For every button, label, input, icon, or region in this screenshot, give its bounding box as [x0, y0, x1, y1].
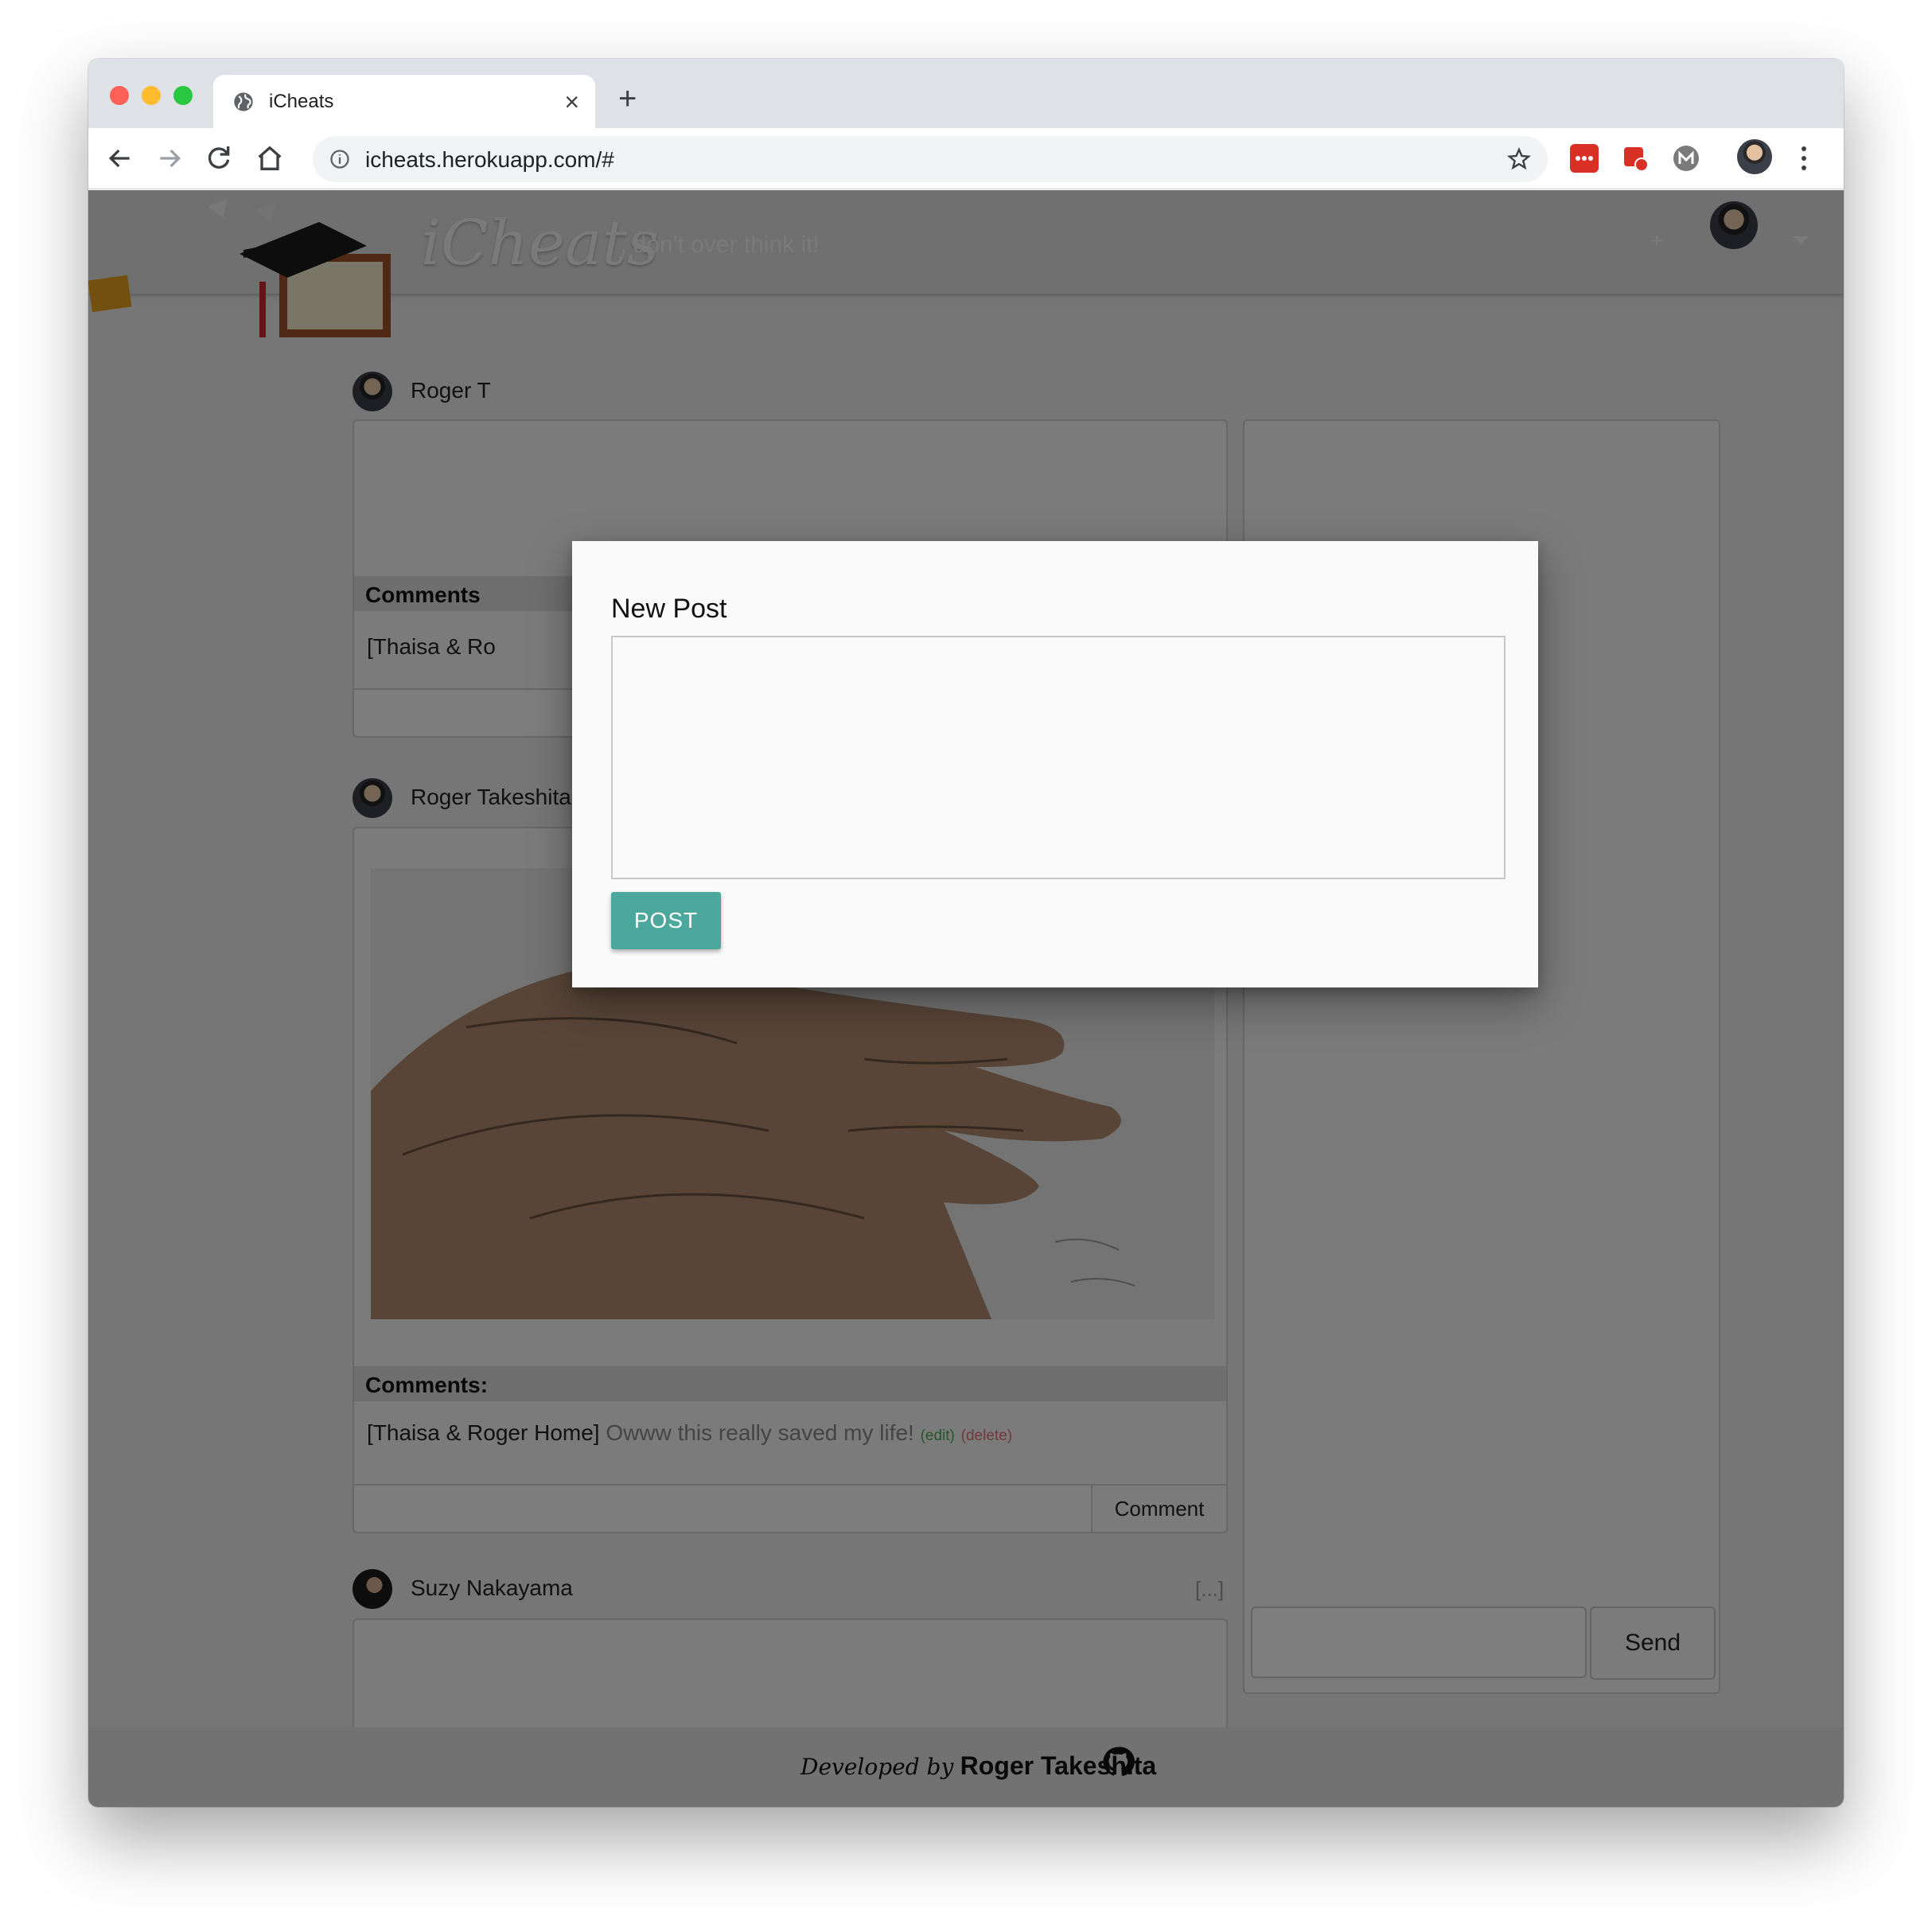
forward-arrow-icon[interactable]	[154, 142, 185, 174]
tab-title: iCheats	[269, 91, 334, 112]
info-icon[interactable]	[329, 148, 351, 170]
modal-title: New Post	[611, 594, 727, 624]
globe-icon	[234, 92, 253, 111]
url-text[interactable]: icheats.herokuapp.com/#	[365, 147, 614, 173]
m-extension-icon[interactable]	[1672, 144, 1700, 173]
new-post-modal: New Post POST	[572, 541, 1538, 987]
reload-icon[interactable]	[203, 142, 235, 174]
maximize-window-button[interactable]	[173, 86, 193, 105]
home-icon[interactable]	[254, 142, 286, 174]
page-content: iCheats , don't over think it! + Roger T…	[88, 190, 1844, 1807]
profile-avatar[interactable]	[1737, 139, 1772, 174]
translate-extension-icon[interactable]	[1621, 144, 1650, 173]
more-menu-icon[interactable]	[1799, 142, 1809, 174]
new-tab-button[interactable]: +	[618, 83, 637, 115]
browser-toolbar: icheats.herokuapp.com/#	[88, 128, 1844, 189]
minimize-window-button[interactable]	[142, 86, 161, 105]
browser-window: iCheats × + icheats.herokuapp.com/# New …	[88, 59, 1844, 1807]
tab-icheats[interactable]: iCheats ×	[213, 75, 595, 129]
modal-backdrop[interactable]	[88, 190, 1844, 1807]
tab-close-icon[interactable]: ×	[564, 86, 579, 118]
close-window-button[interactable]	[110, 86, 129, 105]
bookmark-star-icon[interactable]	[1506, 146, 1532, 172]
new-post-textarea[interactable]	[611, 636, 1505, 879]
post-button[interactable]: POST	[611, 892, 721, 949]
address-bar[interactable]: icheats.herokuapp.com/#	[313, 136, 1548, 182]
back-arrow-icon[interactable]	[104, 142, 136, 174]
lastpass-extension-icon[interactable]	[1570, 144, 1599, 173]
tab-strip: iCheats × +	[88, 59, 1844, 129]
